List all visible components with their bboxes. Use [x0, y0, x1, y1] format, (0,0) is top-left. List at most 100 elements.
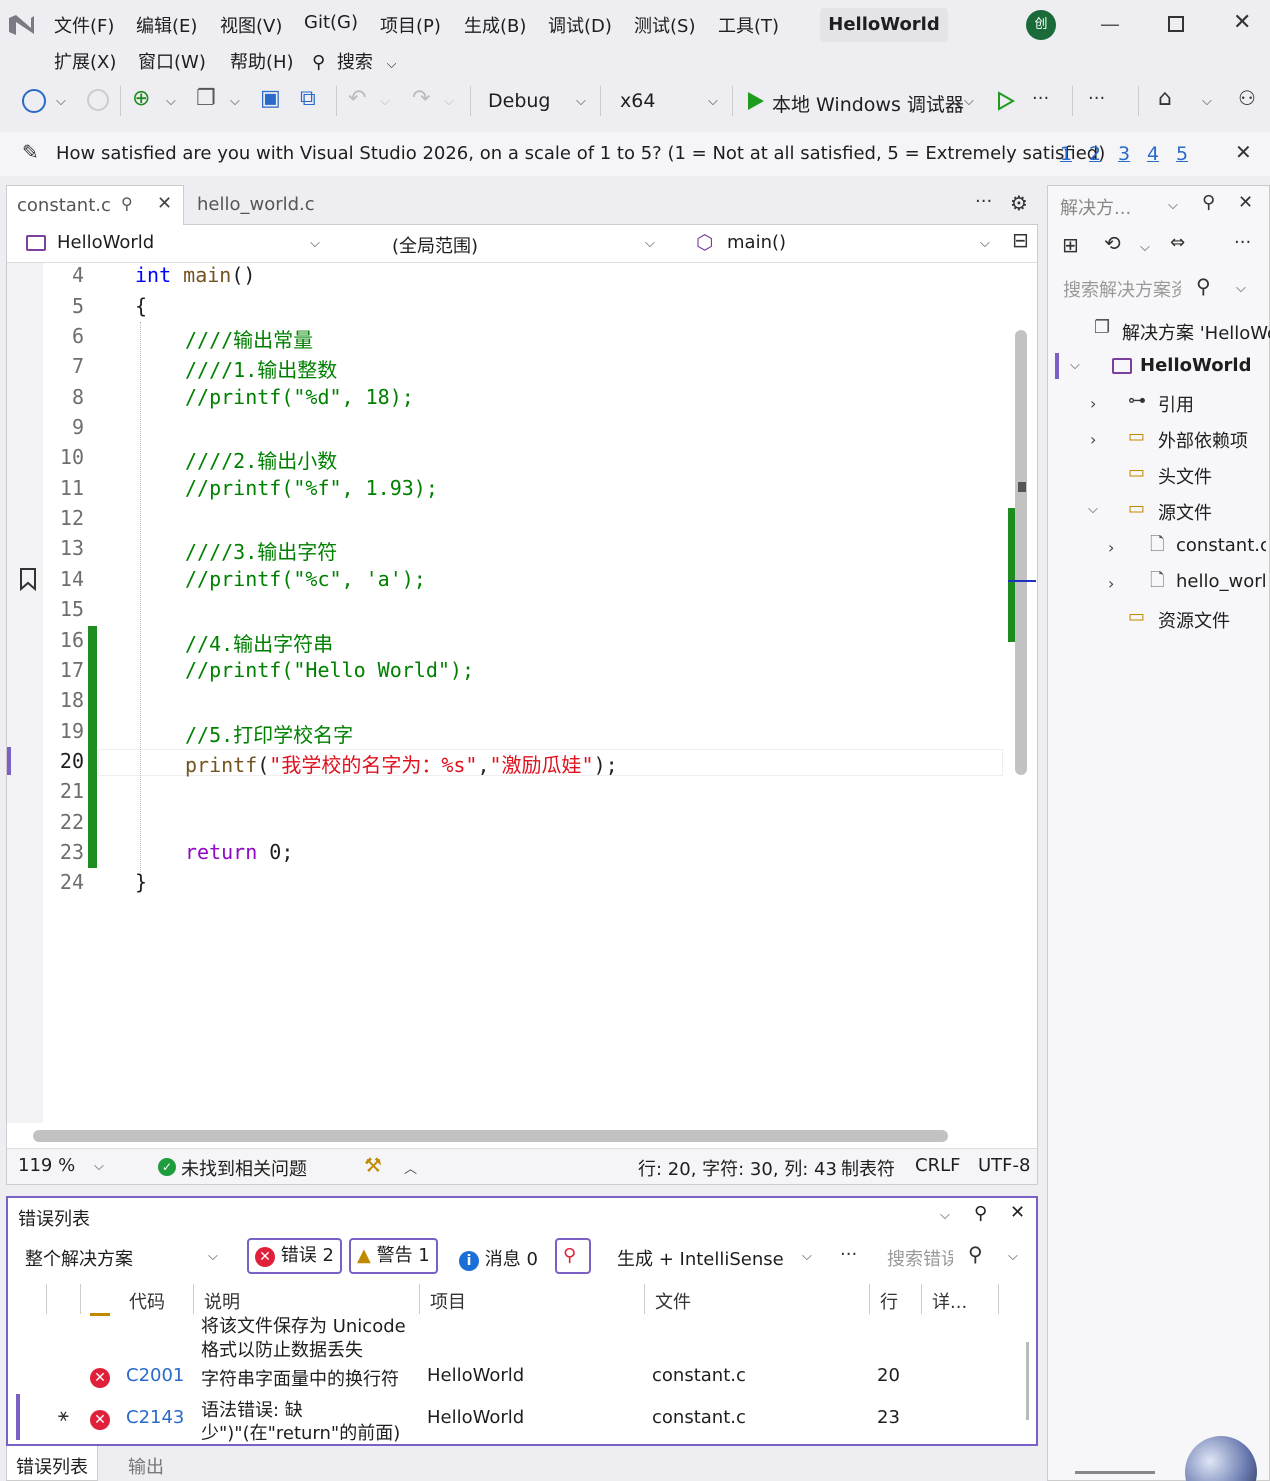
global-search-button[interactable]: ⚲ 搜索 ⌵ [312, 48, 397, 74]
chevron-down-icon[interactable]: ⌵ [802, 1249, 812, 1264]
tree-header-files[interactable]: 头文件 [1158, 463, 1212, 489]
close-panel-icon[interactable]: ✕ [1238, 194, 1253, 212]
chevron-down-icon[interactable]: ⌵ [230, 94, 240, 109]
chevron-down-icon[interactable]: ⌵ [1202, 94, 1212, 109]
issues-status[interactable]: 未找到相关问题 [181, 1155, 307, 1181]
split-editor-icon[interactable]: ⊟ [1012, 230, 1029, 250]
start-debugger-button[interactable]: 本地 Windows 调试器 [772, 90, 964, 117]
chevron-right-icon[interactable]: › [1108, 538, 1114, 557]
menu-git[interactable]: Git(G) [304, 12, 358, 33]
chevron-down-icon[interactable]: ⌵ [56, 94, 66, 109]
horizontal-scrollbar[interactable] [33, 1130, 948, 1142]
close-survey-icon[interactable]: ✕ [1235, 142, 1252, 162]
error-list-scrollbar[interactable] [1026, 1342, 1029, 1420]
tab-output[interactable]: 输出 [128, 1453, 164, 1479]
quick-action-icon[interactable]: ⚹ [58, 1407, 69, 1425]
survey-option-3[interactable]: 3 [1118, 143, 1130, 165]
chevron-down-icon[interactable]: ⌵ [1008, 1249, 1018, 1264]
chevron-up-icon[interactable]: ︿ [404, 1158, 417, 1177]
bookmark-icon[interactable] [18, 567, 38, 591]
error-code-link[interactable]: C2143 [126, 1407, 184, 1428]
scope-dropdown[interactable]: 整个解决方案 [25, 1245, 133, 1271]
open-file-icon[interactable]: ❐ [196, 88, 216, 110]
close-window-icon[interactable]: ✕ [1233, 12, 1251, 34]
survey-option-1[interactable]: 1 [1060, 143, 1072, 165]
tree-project-helloworld[interactable]: HelloWorld [1140, 355, 1252, 376]
vertical-scrollbar[interactable] [1015, 330, 1027, 775]
configuration-dropdown[interactable]: Debug [488, 90, 550, 112]
chevron-right-icon[interactable]: › [1090, 394, 1096, 413]
save-all-icon[interactable]: ⧉ [300, 88, 316, 110]
chevron-down-icon[interactable]: ⌵ [1168, 198, 1178, 213]
menu-build[interactable]: 生成(B) [464, 12, 526, 38]
column-details[interactable]: 详... [932, 1288, 967, 1314]
errors-filter-button[interactable]: ✕ 错误 2 [247, 1238, 342, 1274]
chevron-down-icon[interactable]: ⌵ [1140, 240, 1150, 255]
sync-view-icon[interactable]: ⊞ [1062, 235, 1079, 255]
menu-file[interactable]: 文件(F) [54, 12, 114, 38]
chevron-down-icon[interactable]: ⌵ [940, 1208, 950, 1223]
menu-edit[interactable]: 编辑(E) [136, 12, 197, 38]
chevron-down-icon[interactable]: ⌵ [1070, 358, 1080, 373]
new-project-icon[interactable]: ⊕ [132, 88, 150, 110]
minimize-icon[interactable]: — [1100, 14, 1120, 34]
history-icon[interactable]: ⟲ [1104, 233, 1121, 253]
menu-window[interactable]: 窗口(W) [138, 48, 206, 74]
pin-icon[interactable]: ⚲ [1202, 194, 1215, 212]
survey-option-2[interactable]: 2 [1089, 143, 1101, 165]
search-icon[interactable]: ⚲ [1196, 276, 1211, 296]
tab-hello-world-c[interactable]: hello_world.c [197, 194, 315, 215]
survey-option-4[interactable]: 4 [1147, 143, 1159, 165]
warnings-filter-button[interactable]: ▲ 警告 1 [349, 1238, 438, 1274]
menu-debug[interactable]: 调试(D) [548, 12, 612, 38]
chevron-down-icon[interactable]: ⌵ [980, 236, 990, 251]
play-icon[interactable] [747, 91, 765, 111]
filter-errors-icon[interactable]: ⚲ [555, 1238, 591, 1274]
pin-icon[interactable]: ⚲ [121, 194, 133, 213]
chevron-down-icon[interactable]: ⌵ [576, 94, 586, 109]
column-description[interactable]: 说明 [204, 1288, 240, 1314]
more-icon[interactable]: ··· [840, 1246, 857, 1264]
platform-dropdown[interactable]: x64 [620, 90, 655, 112]
chevron-down-icon[interactable]: ⌵ [166, 94, 176, 109]
line-ending[interactable]: CRLF [915, 1155, 960, 1176]
tree-source-files[interactable]: 源文件 [1158, 499, 1212, 525]
chevron-down-icon[interactable]: ⌵ [708, 94, 718, 109]
close-tab-icon[interactable]: ✕ [157, 193, 172, 214]
error-search-input[interactable]: 搜索错误列表 [887, 1245, 953, 1271]
survey-option-5[interactable]: 5 [1176, 143, 1188, 165]
save-icon[interactable]: ▣ [260, 88, 281, 110]
column-line[interactable]: 行 [880, 1288, 898, 1314]
tree-file-hello-world-c[interactable]: hello_world.c [1176, 571, 1266, 592]
more-icon[interactable]: ··· [975, 193, 992, 211]
menu-help[interactable]: 帮助(H) [230, 48, 294, 74]
column-file[interactable]: 文件 [655, 1288, 691, 1314]
menu-project[interactable]: 项目(P) [380, 12, 441, 38]
live-share-icon[interactable]: ⚇ [1238, 88, 1256, 108]
file-encoding[interactable]: UTF-8 [978, 1155, 1030, 1176]
nav-project-dropdown[interactable]: HelloWorld [57, 232, 154, 253]
cursor-position[interactable]: 行: 20, 字符: 30, 列: 43 [638, 1155, 837, 1181]
chevron-right-icon[interactable]: › [1090, 430, 1096, 449]
tree-solution[interactable]: 解决方案 'HelloWorld' [1122, 319, 1270, 345]
column-project[interactable]: 项目 [430, 1288, 466, 1314]
cleanup-brush-icon[interactable]: ⚒ [364, 1155, 382, 1175]
start-without-debugging-icon[interactable] [997, 91, 1015, 111]
tree-resource-files[interactable]: 资源文件 [1158, 607, 1230, 633]
more-icon[interactable]: ··· [1088, 90, 1105, 108]
tab-constant-c[interactable]: constant.c ⚲ ✕ [6, 185, 184, 225]
chevron-down-icon[interactable]: ⌵ [645, 236, 655, 251]
chevron-right-icon[interactable]: › [1108, 574, 1114, 593]
pin-icon[interactable]: ⚲ [974, 1205, 987, 1223]
table-row[interactable]: ✕ [90, 1366, 110, 1388]
tree-external-deps[interactable]: 外部依赖项 [1158, 427, 1248, 453]
feedback-icon[interactable]: ⌂ [1158, 88, 1172, 110]
more-icon[interactable]: ··· [1032, 90, 1049, 108]
column-code[interactable]: 代码 [129, 1288, 165, 1314]
avatar[interactable]: 创 [1026, 10, 1056, 40]
nav-member-dropdown[interactable]: main() [727, 232, 786, 253]
close-panel-icon[interactable]: ✕ [1010, 1204, 1025, 1222]
tree-references[interactable]: 引用 [1158, 391, 1194, 417]
build-filter-dropdown[interactable]: 生成 + IntelliSense [617, 1245, 784, 1271]
chevron-down-icon[interactable]: ⌵ [310, 236, 320, 251]
